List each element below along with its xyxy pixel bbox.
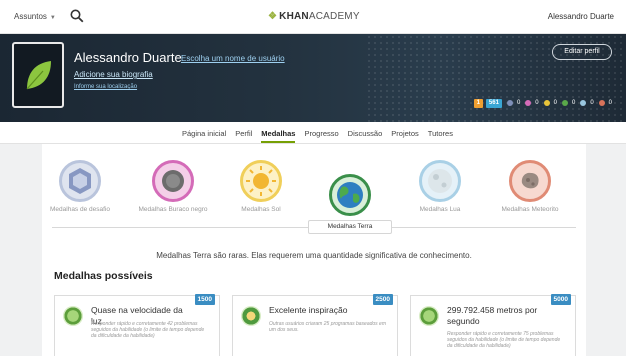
- moon-medal-icon: [580, 100, 587, 106]
- badge-title: 299.792.458 metros por segundo: [447, 305, 538, 326]
- badges-panel: Medalhas de desafio Medalhas Buraco negr…: [42, 144, 586, 356]
- choose-username-link[interactable]: Escolha um nome de usuário: [181, 54, 285, 63]
- sun-badge-icon: [240, 160, 282, 202]
- moon-badge-icon: [419, 160, 461, 202]
- earth-badge-icon: [329, 174, 371, 216]
- points-badge: 2500: [372, 294, 393, 305]
- medal-count: 0: [608, 100, 612, 106]
- medal-count: 0: [571, 100, 576, 106]
- badge-title: Excelente inspiração: [269, 305, 348, 315]
- badge-type-earth[interactable]: [310, 174, 390, 216]
- badge-type-challenge[interactable]: Medalhas de desafio: [40, 160, 120, 213]
- meteorite-badge-icon: [509, 160, 551, 202]
- location-link[interactable]: Informe sua localização: [74, 84, 137, 90]
- points-badge: 1500: [194, 294, 215, 305]
- tab-discussion[interactable]: Discussão: [348, 129, 383, 143]
- possible-badges-title: Medalhas possíveis: [54, 270, 153, 282]
- search-icon[interactable]: [70, 9, 84, 23]
- black-hole-medal-icon: [525, 100, 532, 106]
- points-badge: 5000: [550, 294, 571, 305]
- medal-count: 0: [590, 100, 594, 106]
- selected-badge-type-label: Medalhas Terra: [308, 220, 392, 234]
- challenge-medal-icon: [506, 100, 513, 106]
- earth-badge-small-icon: [419, 306, 439, 326]
- profile-header: Alessandro Duarte Escolha um nome de usu…: [0, 34, 626, 122]
- chevron-down-icon: ▼: [49, 15, 56, 21]
- khan-academy-logo[interactable]: ❖ KHANACADEMY: [268, 11, 360, 22]
- sun-medal-icon: [543, 100, 550, 106]
- tab-projects[interactable]: Projetos: [391, 129, 419, 143]
- badge-description: Outras usuários criaram 25 programas bas…: [269, 321, 386, 333]
- tab-badges[interactable]: Medalhas: [261, 129, 296, 143]
- tab-progress[interactable]: Progresso: [304, 129, 338, 143]
- badge-description: Responder rápido e corretamente 75 probl…: [447, 331, 561, 349]
- user-menu[interactable]: Alessandro Duarte: [548, 12, 614, 21]
- points-badge: 561: [485, 98, 502, 108]
- earth-badge-small-icon: [63, 306, 83, 326]
- subjects-menu[interactable]: Assuntos ▼: [14, 12, 56, 21]
- badge-type-meteorite[interactable]: Medalhas Meteorito: [490, 160, 570, 213]
- top-nav: Assuntos ▼ ❖ KHANACADEMY Alessandro Duarte: [0, 0, 626, 34]
- earth-medal-icon: [561, 100, 568, 106]
- black-hole-badge-icon: [152, 160, 194, 202]
- leaf-avatar-icon: [26, 61, 51, 90]
- possible-badge-card[interactable]: 299.792.458 metros por segundo Responder…: [410, 294, 576, 356]
- badge-type-label: Medalhas Lua: [419, 206, 461, 213]
- earth-badge-small-icon: [241, 306, 261, 326]
- possible-badge-card[interactable]: Quase na velocidade da luz Responder ráp…: [54, 294, 220, 356]
- profile-tabs: Página inicial Perfil Medalhas Progresso…: [0, 122, 626, 144]
- badge-type-label: Medalhas Meteorito: [501, 206, 559, 213]
- streak-badge: 1: [473, 98, 483, 108]
- badge-type-label: Medalhas Sol: [241, 206, 281, 213]
- profile-name: Alessandro Duarte: [74, 50, 182, 65]
- badge-type-black-hole[interactable]: Medalhas Buraco negro: [133, 160, 213, 213]
- tab-profile[interactable]: Perfil: [235, 129, 252, 143]
- tab-home[interactable]: Página inicial: [182, 129, 226, 143]
- medal-count: 0: [535, 100, 539, 106]
- challenge-badge-icon: [59, 160, 101, 202]
- badge-description: Responder rápido e corretamente 42 probl…: [91, 321, 205, 339]
- badge-type-moon[interactable]: Medalhas Lua: [400, 160, 480, 213]
- medal-count: 0: [516, 100, 521, 106]
- badge-type-sun[interactable]: Medalhas Sol: [221, 160, 301, 213]
- badge-type-label: Medalhas Buraco negro: [138, 206, 208, 213]
- avatar[interactable]: [12, 42, 64, 108]
- edit-profile-button[interactable]: Editar perfil: [552, 44, 612, 60]
- subjects-label: Assuntos: [14, 12, 47, 21]
- badge-type-description: Medalhas Terra são raras. Elas requerem …: [156, 251, 472, 260]
- possible-badge-card[interactable]: Excelente inspiração Outras usuários cri…: [232, 294, 398, 356]
- badge-type-label: Medalhas de desafio: [50, 206, 110, 213]
- profile-stats: 1 561 0 0 0 0 0 0: [473, 98, 612, 108]
- leaf-logo-icon: ❖: [268, 11, 278, 22]
- meteorite-medal-icon: [598, 100, 605, 106]
- medal-count: 0: [553, 100, 557, 106]
- add-bio-link[interactable]: Adicione sua biografia: [74, 70, 153, 79]
- tab-coaches[interactable]: Tutores: [428, 129, 453, 143]
